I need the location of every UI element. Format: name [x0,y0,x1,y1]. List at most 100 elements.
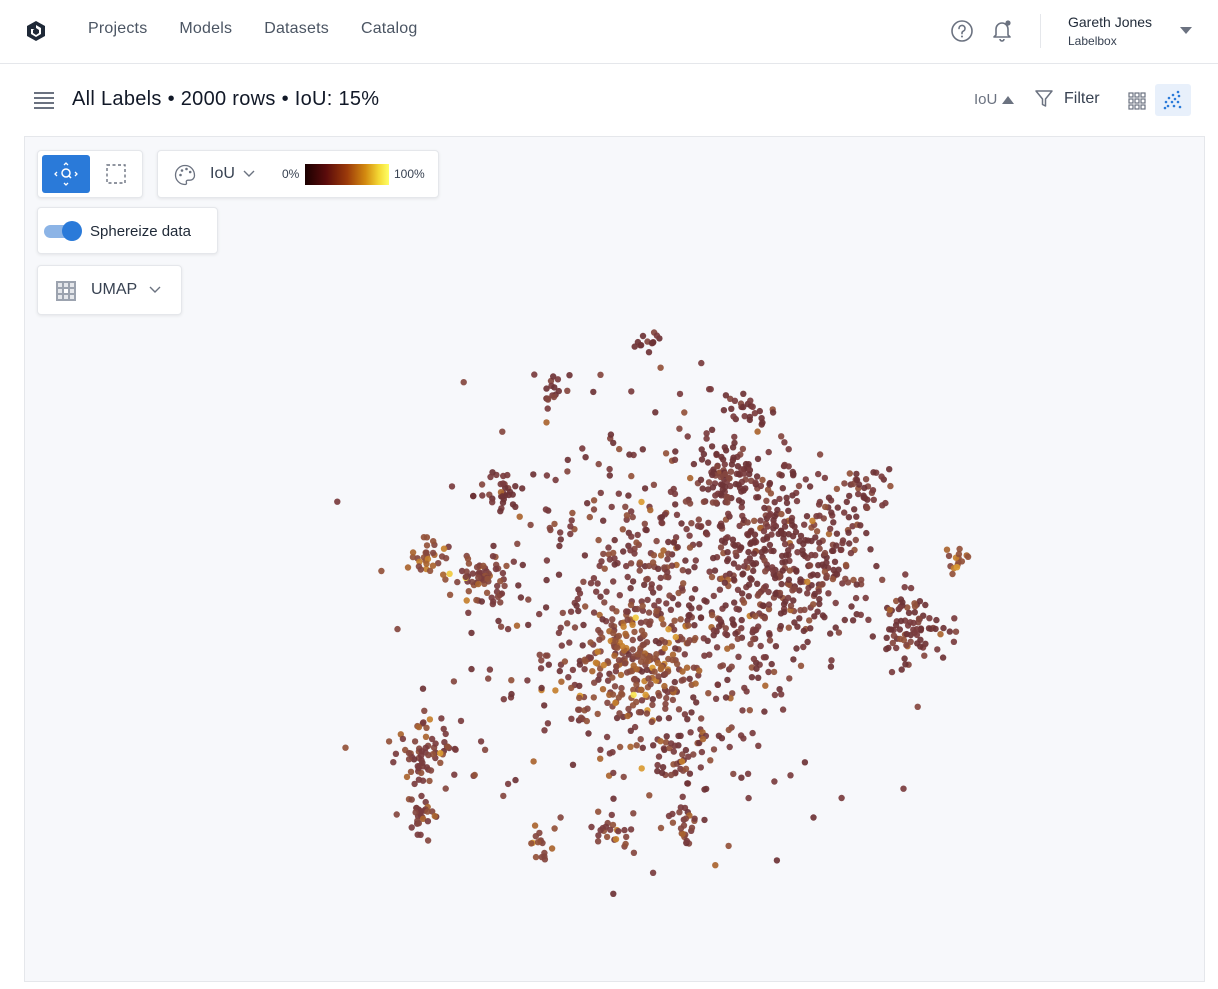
scatter-point[interactable] [751,539,758,546]
scatter-point[interactable] [773,857,781,864]
scatter-point[interactable] [730,576,737,583]
scatter-point[interactable] [645,349,653,356]
scatter-point[interactable] [709,484,717,491]
scatter-point[interactable] [747,575,754,582]
scatter-point[interactable] [804,578,811,585]
scatter-point[interactable] [643,710,651,717]
scatter-point[interactable] [911,600,918,607]
scatter-point[interactable] [685,568,692,575]
scatter-point[interactable] [578,714,585,721]
scatter-point[interactable] [791,585,798,593]
scatter-point[interactable] [590,497,598,504]
scatter-point[interactable] [437,750,444,757]
scatter-point[interactable] [585,730,592,737]
scatter-point[interactable] [620,623,627,630]
scatter-point[interactable] [757,517,764,524]
scatter-point[interactable] [810,814,817,821]
scatter-point[interactable] [922,601,929,609]
scatter-point[interactable] [547,526,554,534]
scatter-point[interactable] [574,595,581,603]
scatter-point[interactable] [658,514,666,521]
scatter-point[interactable] [593,588,600,595]
scatter-point[interactable] [830,519,837,526]
scatter-point[interactable] [656,584,663,591]
scatter-point[interactable] [682,765,690,772]
scatter-point[interactable] [688,605,695,612]
scatter-point[interactable] [687,729,694,736]
scatter-point[interactable] [596,671,603,679]
scatter-point[interactable] [738,499,746,506]
scatter-point[interactable] [710,746,718,753]
scatter-point[interactable] [463,568,470,575]
scatter-point[interactable] [567,530,574,538]
scatter-point[interactable] [797,576,804,583]
scatter-point[interactable] [607,826,614,833]
scatter-point[interactable] [862,594,869,602]
scatter-point[interactable] [532,853,540,861]
pan-zoom-tool-button[interactable] [42,155,90,193]
scatter-point[interactable] [744,770,752,777]
scatter-point[interactable] [809,571,817,578]
scatter-point[interactable] [740,599,748,606]
scatter-point[interactable] [564,456,571,464]
scatter-point[interactable] [816,498,824,506]
scatter-point[interactable] [655,753,663,760]
help-icon[interactable] [950,19,974,43]
scatter-point[interactable] [714,681,721,688]
scatter-point[interactable] [460,379,467,386]
scatter-point[interactable] [487,473,494,481]
scatter-point[interactable] [590,506,598,513]
scatter-point[interactable] [730,770,737,778]
scatter-point[interactable] [495,617,502,625]
scatter-point[interactable] [643,526,650,534]
scatter-point[interactable] [846,470,853,477]
scatter-point[interactable] [830,547,837,554]
scatter-point[interactable] [785,446,792,453]
scatter-point[interactable] [556,667,563,675]
scatter-point[interactable] [616,445,623,453]
scatter-point[interactable] [653,607,660,615]
scatter-point[interactable] [898,666,905,673]
notifications-bell-icon[interactable] [990,18,1014,44]
scatter-point[interactable] [664,568,671,576]
scatter-point[interactable] [795,482,803,490]
scatter-point[interactable] [478,481,486,488]
scatter-point[interactable] [677,616,684,623]
scatter-point[interactable] [913,631,921,639]
scatter-point[interactable] [596,636,603,643]
scatter-point[interactable] [905,609,913,617]
scatter-point[interactable] [586,513,593,521]
scatter-point[interactable] [576,590,584,597]
scatter-point[interactable] [568,715,575,722]
scatter-point[interactable] [408,796,415,803]
scatter-point[interactable] [740,470,748,477]
scatter-point[interactable] [679,793,686,800]
scatter-point[interactable] [729,536,737,543]
scatter-point[interactable] [771,778,778,785]
scatter-point[interactable] [751,531,759,538]
scatter-point[interactable] [418,792,425,800]
scatter-point[interactable] [661,639,668,646]
scatter-point[interactable] [771,691,779,699]
scatter-point[interactable] [725,510,732,517]
scatter-point[interactable] [595,536,602,544]
scatter-point[interactable] [768,660,775,668]
scatter-point[interactable] [524,677,531,684]
scatter-point[interactable] [554,376,562,383]
scatter-point[interactable] [475,580,482,588]
scatter-point[interactable] [678,758,686,765]
scatter-point[interactable] [759,476,766,484]
scatter-point[interactable] [423,560,430,567]
scatter-point[interactable] [709,471,716,479]
scatter-point[interactable] [569,509,576,517]
scatter-point[interactable] [882,499,889,507]
scatter-point[interactable] [746,707,753,714]
scatter-point[interactable] [508,677,515,684]
scatter-point[interactable] [793,645,800,652]
scatter-point[interactable] [394,625,401,633]
scatter-point[interactable] [692,586,699,593]
scatter-point[interactable] [527,521,534,529]
scatter-point[interactable] [645,675,652,682]
scatter-point[interactable] [629,578,637,585]
scatter-point[interactable] [530,471,537,478]
